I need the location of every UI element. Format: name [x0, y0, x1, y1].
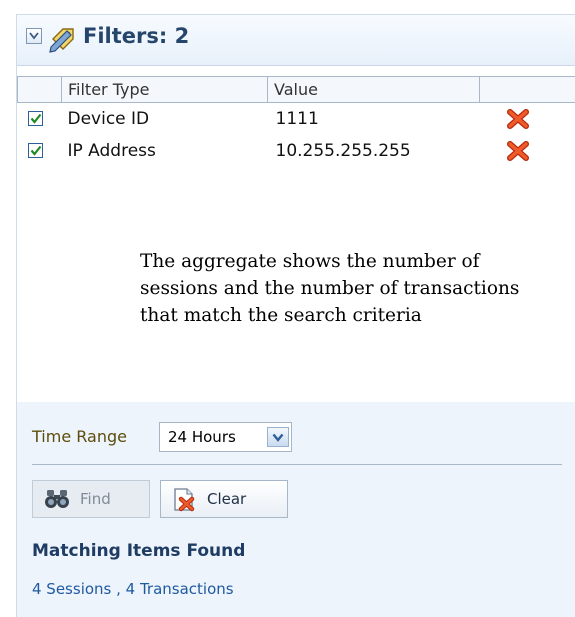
filter-value-field[interactable]: 10.255.255.255 [274, 139, 415, 163]
time-range-selected-value: 24 Hours [168, 428, 236, 446]
row-checkbox-cell [18, 135, 62, 167]
clear-button-label: Clear [207, 490, 246, 508]
annotation-text: The aggregate shows the number of sessio… [140, 248, 550, 329]
delete-cell [480, 103, 575, 135]
table-row: IP Address 10.255.255.255 [18, 135, 575, 167]
collapse-toggle-icon[interactable] [26, 28, 42, 44]
red-x-delete-icon[interactable] [506, 139, 530, 163]
filter-list-area: Filter Type Value Device ID 1111 [17, 66, 575, 402]
checkbox-column-header [18, 77, 62, 103]
column-header-actions [480, 77, 575, 103]
filter-value-cell: 1111 [268, 103, 480, 135]
divider [32, 464, 562, 465]
matching-items-link[interactable]: 4 Sessions , 4 Transactions [32, 580, 234, 598]
clear-document-icon [172, 488, 198, 512]
filters-title: Filters: 2 [83, 24, 189, 48]
chevron-down-icon[interactable] [267, 427, 289, 447]
filter-type-cell: IP Address [62, 135, 268, 167]
filter-table: Filter Type Value Device ID 1111 [17, 76, 575, 167]
filter-checkbox[interactable] [28, 143, 43, 158]
filter-type-cell: Device ID [62, 103, 268, 135]
find-button[interactable]: Find [32, 480, 150, 518]
tag-pencil-icon [47, 23, 77, 53]
filter-table-header: Filter Type Value [18, 77, 575, 103]
row-checkbox-cell [18, 103, 62, 135]
clear-button[interactable]: Clear [160, 480, 288, 518]
find-button-label: Find [80, 490, 111, 508]
time-range-label: Time Range [32, 427, 127, 446]
filter-checkbox[interactable] [28, 111, 43, 126]
binoculars-icon [44, 488, 70, 510]
column-header-value: Value [268, 77, 480, 103]
matching-items-title: Matching Items Found [32, 541, 245, 561]
filters-panel: Filters: 2 Filter Type Value Device ID 1… [16, 14, 575, 617]
red-x-delete-icon[interactable] [506, 107, 530, 131]
column-header-filter-type: Filter Type [62, 77, 268, 103]
table-row: Device ID 1111 [18, 103, 575, 135]
filter-value-field[interactable]: 1111 [274, 107, 323, 131]
filters-header: Filters: 2 [17, 15, 575, 66]
delete-cell [480, 135, 575, 167]
filter-value-cell: 10.255.255.255 [268, 135, 480, 167]
time-range-select[interactable]: 24 Hours [159, 422, 292, 452]
